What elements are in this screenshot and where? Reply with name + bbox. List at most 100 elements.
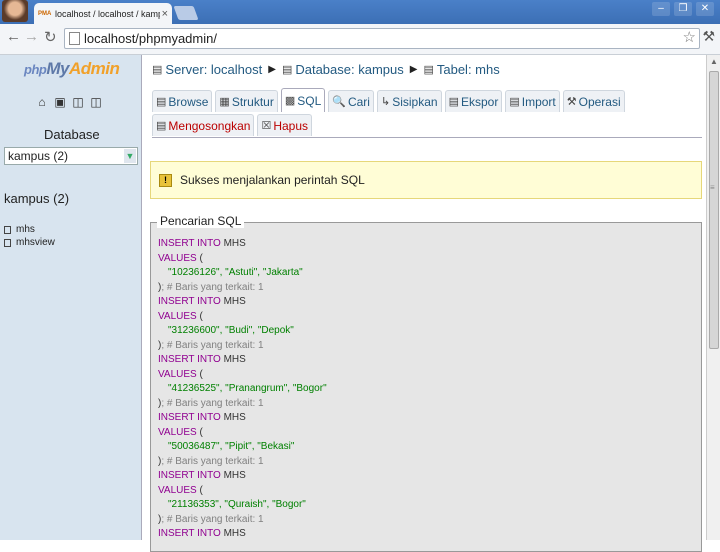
- page-scrollbar[interactable]: ▲ ≡: [706, 55, 720, 540]
- tabs-divider: [152, 137, 702, 138]
- phpmyadmin-logo[interactable]: phpMyAdmin: [24, 59, 120, 79]
- maximize-button[interactable]: ❐: [674, 2, 692, 16]
- sql-keyword: INSERT INTO: [158, 412, 221, 423]
- tab-label: Browse: [168, 94, 209, 109]
- sql-legend: Pencarian SQL: [157, 214, 245, 228]
- close-window-button[interactable]: ✕: [696, 2, 714, 16]
- scrollbar-thumb[interactable]: [709, 71, 719, 349]
- table-icon: ▤: [423, 64, 434, 76]
- database-label: Database: [44, 127, 100, 142]
- sql-line: "10236126", "Astuti", "Jakarta": [158, 266, 327, 281]
- sql-text: (: [196, 426, 203, 438]
- back-arrow-icon[interactable]: ←: [6, 28, 21, 45]
- scroll-up-icon[interactable]: ▲: [710, 57, 718, 66]
- tab-sql[interactable]: ▩ SQL: [280, 88, 326, 112]
- table-item-mhs[interactable]: mhs: [4, 223, 55, 236]
- browser-tabstrip: PMA localhost / localhost / kampus × – ❐…: [0, 0, 720, 24]
- tab-struktur[interactable]: ▦ Struktur: [215, 90, 278, 112]
- success-message-box: ! Sukses menjalankan perintah SQL: [150, 161, 702, 199]
- user-avatar[interactable]: [2, 0, 28, 22]
- sql-text: MHS: [220, 412, 246, 423]
- sql-string: "10236126", "Astuti", "Jakarta": [168, 267, 303, 278]
- table-item-label: mhsview: [16, 237, 55, 248]
- sql-line: VALUES (: [158, 368, 327, 383]
- sql-comment: ; # Baris yang terkait: 1: [161, 455, 264, 467]
- sql-text: (: [196, 368, 203, 380]
- info-icon: !: [159, 173, 172, 187]
- breadcrumb-database[interactable]: Database: kampus: [295, 62, 403, 77]
- tab-operasi[interactable]: ⚒ Operasi: [562, 90, 625, 112]
- tab-hapus[interactable]: ☒ Hapus: [257, 114, 313, 136]
- tab-label: Struktur: [231, 94, 274, 109]
- sql-keyword: INSERT INTO: [158, 238, 221, 249]
- wrench-menu-icon[interactable]: ⚒: [702, 28, 715, 45]
- tab-ekspor[interactable]: ▤ Ekspor: [444, 90, 503, 112]
- tab-import[interactable]: ▤ Import: [505, 90, 560, 112]
- table-item-mhsview[interactable]: mhsview: [4, 236, 55, 249]
- tab-sisipkan[interactable]: ↳ Sisipkan: [376, 90, 442, 112]
- minimize-button[interactable]: –: [652, 2, 670, 16]
- breadcrumb-table[interactable]: Tabel: mhs: [437, 62, 500, 77]
- tab-label: Cari: [347, 94, 370, 109]
- search-icon: 🔍: [332, 96, 346, 108]
- address-bar[interactable]: localhost/phpmyadmin/: [64, 28, 700, 49]
- drop-icon: ☒: [261, 120, 272, 132]
- sql-comment: ; # Baris yang terkait: 1: [161, 513, 264, 525]
- browser-toolbar: ← → ↻ localhost/phpmyadmin/ ☆ ⚒: [0, 24, 720, 55]
- sql-string: "41236525", "Pranangrum", "Bogor": [168, 383, 327, 394]
- table-tabs-row2: ▤ Mengosongkan ☒ Hapus: [152, 114, 315, 136]
- database-title-link[interactable]: kampus (2): [4, 191, 69, 206]
- table-item-label: mhs: [16, 224, 35, 235]
- sql-comment: ; # Baris yang terkait: 1: [161, 397, 264, 409]
- breadcrumb-server[interactable]: Server: localhost: [165, 62, 262, 77]
- breadcrumb: ▤ Server: localhost ▶ ▤ Database: kampus…: [152, 62, 500, 77]
- sql-query-lines: INSERT INTO MHS VALUES ("10236126", "Astu…: [158, 237, 327, 542]
- logout-icon[interactable]: ▣: [54, 95, 66, 109]
- tab-cari[interactable]: 🔍 Cari: [328, 90, 374, 112]
- sql-text: (: [196, 252, 203, 264]
- tab-close-icon[interactable]: ×: [162, 8, 168, 20]
- sql-keyword: VALUES: [158, 368, 197, 380]
- tab-mengosongkan[interactable]: ▤ Mengosongkan: [152, 114, 255, 136]
- chevron-down-icon[interactable]: ▼: [124, 149, 136, 163]
- table-icon: [4, 238, 11, 247]
- browser-tab[interactable]: PMA localhost / localhost / kampus ×: [34, 3, 172, 24]
- forward-arrow-icon[interactable]: →: [24, 28, 39, 45]
- sql-line: VALUES (: [158, 310, 327, 325]
- query-window-icon[interactable]: ◫: [72, 95, 84, 109]
- database-select[interactable]: kampus (2) ▼: [4, 147, 138, 165]
- tab-label: Mengosongkan: [168, 118, 251, 133]
- sql-line: INSERT INTO MHS: [158, 527, 327, 542]
- sql-line: INSERT INTO MHS: [158, 353, 327, 368]
- bookmark-star-icon[interactable]: ☆: [683, 28, 696, 46]
- home-icon[interactable]: ⌂: [36, 95, 48, 109]
- sql-line: ); # Baris yang terkait: 1: [158, 397, 327, 412]
- sql-line: VALUES (: [158, 426, 327, 441]
- reload-icon[interactable]: ↻: [44, 28, 57, 46]
- sql-text: (: [196, 484, 203, 496]
- documentation-icon[interactable]: ◫: [90, 95, 102, 109]
- sql-text: MHS: [220, 238, 246, 249]
- tab-label: Import: [521, 94, 556, 109]
- sql-text: MHS: [220, 528, 246, 539]
- insert-icon: ↳: [380, 96, 391, 108]
- sql-keyword: VALUES: [158, 426, 197, 438]
- pma-favicon-icon: PMA: [38, 10, 52, 17]
- export-icon: ▤: [448, 96, 459, 108]
- sql-text: MHS: [220, 296, 246, 307]
- sql-line: "31236600", "Budi", "Depok": [158, 324, 327, 339]
- sql-line: VALUES (: [158, 252, 327, 267]
- wrench-icon: ⚒: [566, 96, 577, 108]
- new-tab-button[interactable]: [173, 6, 199, 20]
- sql-line: INSERT INTO MHS: [158, 469, 327, 484]
- tab-browse[interactable]: ▤ Browse: [152, 90, 213, 112]
- browser-tab-title: localhost / localhost / kampus: [55, 8, 160, 19]
- breadcrumb-separator-icon: ▶: [409, 64, 418, 75]
- window-controls: – ❐ ✕: [652, 2, 714, 16]
- sql-line: ); # Baris yang terkait: 1: [158, 455, 327, 470]
- sql-keyword: VALUES: [158, 484, 197, 496]
- sql-line: ); # Baris yang terkait: 1: [158, 281, 327, 296]
- tab-label: Hapus: [273, 118, 309, 133]
- server-icon: ▤: [152, 64, 163, 76]
- table-list: mhs mhsview: [4, 223, 55, 249]
